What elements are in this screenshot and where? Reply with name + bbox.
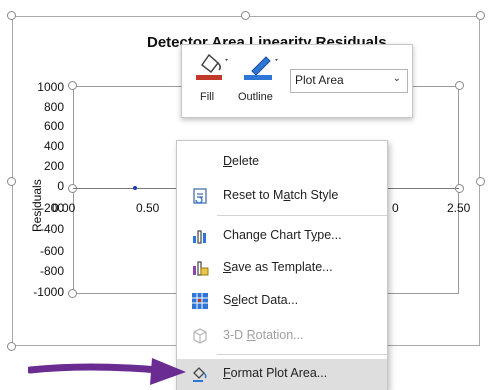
- y-tick-label: 400: [43, 139, 64, 153]
- menu-separator: [217, 215, 387, 216]
- y-axis-title[interactable]: Residuals: [30, 179, 44, 232]
- plot-handle-top-left[interactable]: [68, 81, 77, 90]
- menu-item-label: Delete: [223, 154, 260, 168]
- y-tick-label: 600: [43, 119, 64, 133]
- y-tick-label: -600: [39, 244, 64, 258]
- y-tick-label: 1000: [37, 80, 64, 94]
- menu-item-change-chart-type[interactable]: Change Chart Type...: [177, 221, 387, 251]
- context-menu: Delete Reset to Match Style Change Chart…: [176, 140, 388, 390]
- menu-item-delete[interactable]: Delete: [177, 147, 387, 177]
- y-tick-label: 200: [43, 159, 64, 173]
- y-tick-label: -1000: [33, 285, 64, 299]
- menu-item-label: Save as Template...: [223, 260, 333, 274]
- resize-handle-top-left[interactable]: [7, 11, 16, 20]
- paint-bucket-icon: [196, 53, 228, 80]
- resize-handle-top-right[interactable]: [476, 11, 485, 20]
- pen-outline-icon: [244, 56, 278, 80]
- outline-label: Outline: [238, 91, 273, 103]
- select-data-icon: [192, 293, 208, 309]
- menu-item-label: Select Data...: [223, 293, 299, 307]
- resize-handle-left[interactable]: [7, 177, 16, 186]
- resize-handle-right[interactable]: [476, 177, 485, 186]
- menu-item-label: Format Plot Area...: [223, 366, 328, 380]
- fill-label: Fill: [200, 91, 215, 103]
- x-tick-label: 0.50: [136, 201, 160, 215]
- menu-item-format-plot-area[interactable]: Format Plot Area...: [177, 359, 387, 390]
- format-mini-toolbar: Fill Outline Plot Area ⌄: [181, 44, 413, 118]
- chevron-down-icon: ⌄: [392, 73, 401, 84]
- plot-handle-bottom-left[interactable]: [68, 289, 77, 298]
- x-tick-label: 0.00: [52, 201, 76, 215]
- resize-handle-bottom-left[interactable]: [7, 342, 16, 351]
- reset-style-icon: [193, 188, 207, 204]
- y-tick-label: -800: [39, 264, 64, 278]
- data-point[interactable]: [133, 186, 137, 190]
- annotation-arrow-icon: [28, 358, 186, 385]
- x-tick-label: 2.50: [447, 201, 471, 215]
- 3d-rotation-icon: [193, 328, 207, 344]
- menu-item-3d-rotation: 3-D Rotation...: [177, 321, 387, 351]
- menu-separator: [217, 354, 387, 355]
- plot-handle-top-right[interactable]: [455, 81, 464, 90]
- menu-item-label: Reset to Match Style: [223, 188, 339, 202]
- save-template-icon: [193, 261, 209, 276]
- menu-item-label: 3-D Rotation...: [223, 328, 304, 342]
- x-tick-label: 0: [392, 201, 399, 215]
- change-chart-type-icon: [193, 230, 206, 244]
- menu-item-label: Change Chart Type...: [223, 228, 342, 242]
- y-tick-label: 800: [43, 100, 64, 114]
- resize-handle-top[interactable]: [241, 11, 250, 20]
- menu-item-save-as-template[interactable]: Save as Template...: [177, 253, 387, 283]
- menu-item-select-data[interactable]: Select Data...: [177, 286, 387, 316]
- menu-item-reset-to-match-style[interactable]: Reset to Match Style: [177, 181, 387, 211]
- chart-element-select-value: Plot Area: [295, 73, 344, 87]
- format-plot-area-icon: [193, 367, 207, 382]
- chart-element-select[interactable]: Plot Area ⌄: [290, 69, 408, 93]
